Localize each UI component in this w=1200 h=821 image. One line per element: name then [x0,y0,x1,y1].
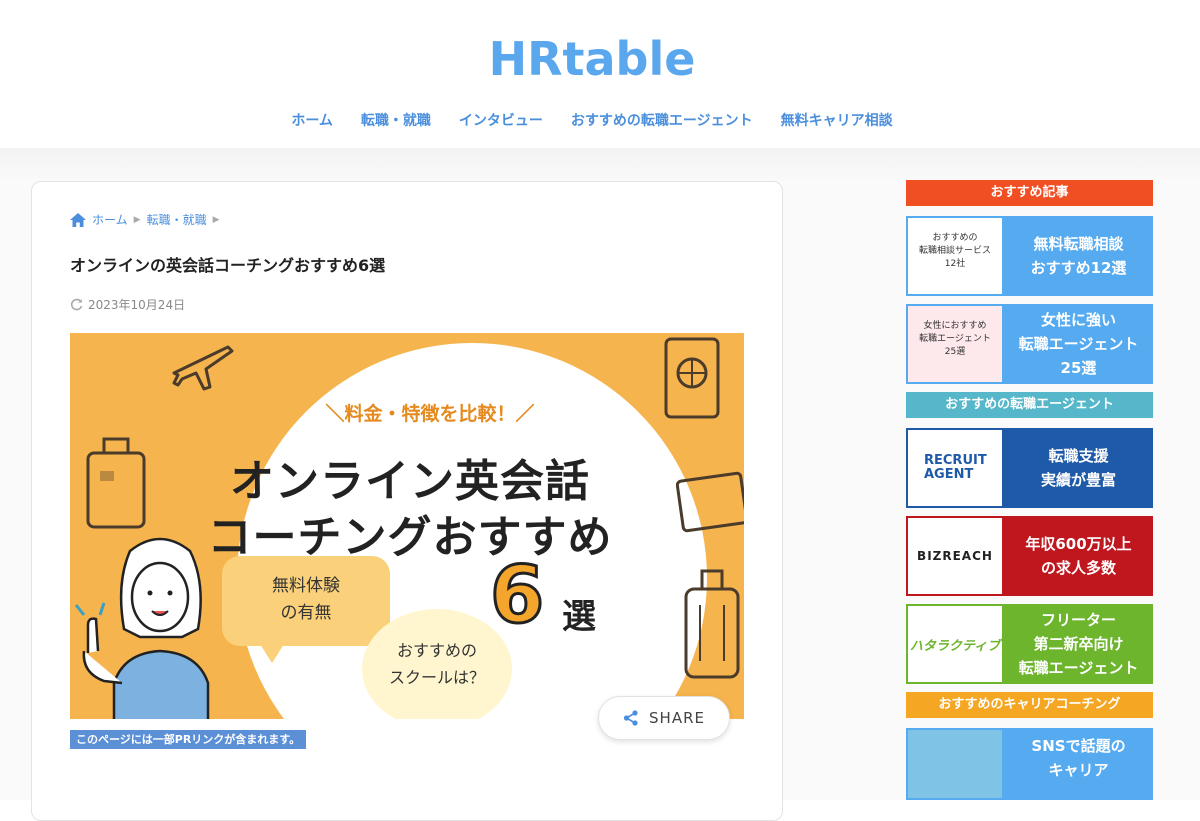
main-nav: ホーム 転職・就職 インタビュー おすすめの転職エージェント 無料キャリア相談 [0,110,1184,130]
site-logo[interactable]: HRtable [0,32,1184,86]
sidebar-card-text: フリーター 第二新卒向け 転職エージェント [1004,604,1153,684]
share-button[interactable]: SHARE [598,696,730,740]
share-label: SHARE [649,709,705,727]
sidebar-heading-career-coaching: おすすめのキャリアコーチング [906,692,1153,718]
hataractive-logo: ハタラクティブ [906,604,1004,684]
bubble-free-trial-text: 無料体験 の有無 [272,576,340,623]
hero-number-suffix: 選 [562,597,596,637]
article-date: 2023年10月24日 [70,296,185,313]
passport-icon [664,337,720,419]
sidebar-card-text: 無料転職相談 おすすめ12選 [1004,216,1153,296]
sidebar-card-recruit-agent[interactable]: RECRUIT AGENT 転職支援 実績が豊富 [906,428,1153,508]
brand-logo-text: ハタラクティブ [909,638,1001,654]
sidebar-card-text: 年収600万以上 の求人多数 [1004,516,1153,596]
airplane-icon [172,345,234,391]
sidebar-heading-agents: おすすめの転職エージェント [906,392,1153,418]
share-icon [623,710,638,726]
breadcrumb-job-change[interactable]: 転職・就職 [147,211,207,228]
sidebar-heading-recommended: おすすめ記事 [906,180,1153,206]
sidebar-card-bizreach[interactable]: BIZREACH 年収600万以上 の求人多数 [906,516,1153,596]
nav-job-change[interactable]: 転職・就職 [361,110,431,130]
ticket-icon [676,471,744,533]
home-icon [70,212,86,227]
nav-interview[interactable]: インタビュー [459,110,543,130]
bizreach-logo: BIZREACH [906,516,1004,596]
brand-logo-text: BIZREACH [917,549,993,563]
brand-logo-text: RECRUIT AGENT [924,453,987,482]
header-shadow-band [0,148,1200,182]
site-header: HRtable ホーム 転職・就職 インタビュー おすすめの転職エージェント 無… [0,0,1200,148]
nav-free-career-consult[interactable]: 無料キャリア相談 [781,110,893,130]
breadcrumb: ホーム ▶ 転職・就職 ▶ [70,211,220,228]
suitcase-icon [86,437,146,529]
article-title: オンラインの英会話コーチングおすすめ6選 [70,256,386,275]
luggage-icon [684,569,740,679]
nav-home[interactable]: ホーム [291,110,333,130]
hero-number: 6 [488,550,545,643]
recruit-agent-logo: RECRUIT AGENT [906,428,1004,508]
sidebar-card-text: 転職支援 実績が豊富 [1004,428,1153,508]
woman-illustration [74,537,210,719]
sidebar-card-sns-career[interactable]: SNSで話題の キャリア [906,728,1153,800]
hero-image: ＼料金・特徴を比較！／ オンライン英会話 コーチングおすすめ 6 選 無料体験 … [70,333,744,719]
sidebar-card-text: SNSで話題の キャリア [1004,728,1153,800]
sidebar-card-hataractive[interactable]: ハタラクティブ フリーター 第二新卒向け 転職エージェント [906,604,1153,684]
thumbnail-caption: 女性におすすめ 転職エージェント 25選 [919,321,991,357]
thumbnail-image: 女性におすすめ 転職エージェント 25選 [906,304,1004,384]
sidebar-card-free-consult[interactable]: おすすめの 転職相談サービス 12社 無料転職相談 おすすめ12選 [906,216,1153,296]
updated-date: 2023年10月24日 [88,298,186,312]
thumbnail-image: おすすめの 転職相談サービス 12社 [906,216,1004,296]
thumbnail-image [906,728,1004,800]
speech-bubble-free-trial: 無料体験 の有無 [222,556,390,646]
pr-disclosure: このページには一部PRリンクが含まれます。 [70,730,307,749]
speech-bubble-school: おすすめの スクールは？ [362,609,512,719]
refresh-icon [70,298,83,311]
hero-subtitle: ＼料金・特徴を比較！／ [325,403,535,425]
chevron-right-icon: ▶ [212,214,220,225]
sidebar-card-text: 女性に強い 転職エージェント 25選 [1004,304,1153,384]
hero-title-line1: オンライン英会話 [230,456,590,507]
sidebar-card-women-agent[interactable]: 女性におすすめ 転職エージェント 25選 女性に強い 転職エージェント 25選 [906,304,1153,384]
bubble-school-text: おすすめの スクールは？ [388,641,485,687]
chevron-right-icon: ▶ [133,214,141,225]
thumbnail-caption: おすすめの 転職相談サービス 12社 [918,233,991,269]
speech-bubble-tail [258,641,286,663]
nav-recommended-agents[interactable]: おすすめの転職エージェント [571,110,753,130]
breadcrumb-home[interactable]: ホーム [92,211,128,228]
